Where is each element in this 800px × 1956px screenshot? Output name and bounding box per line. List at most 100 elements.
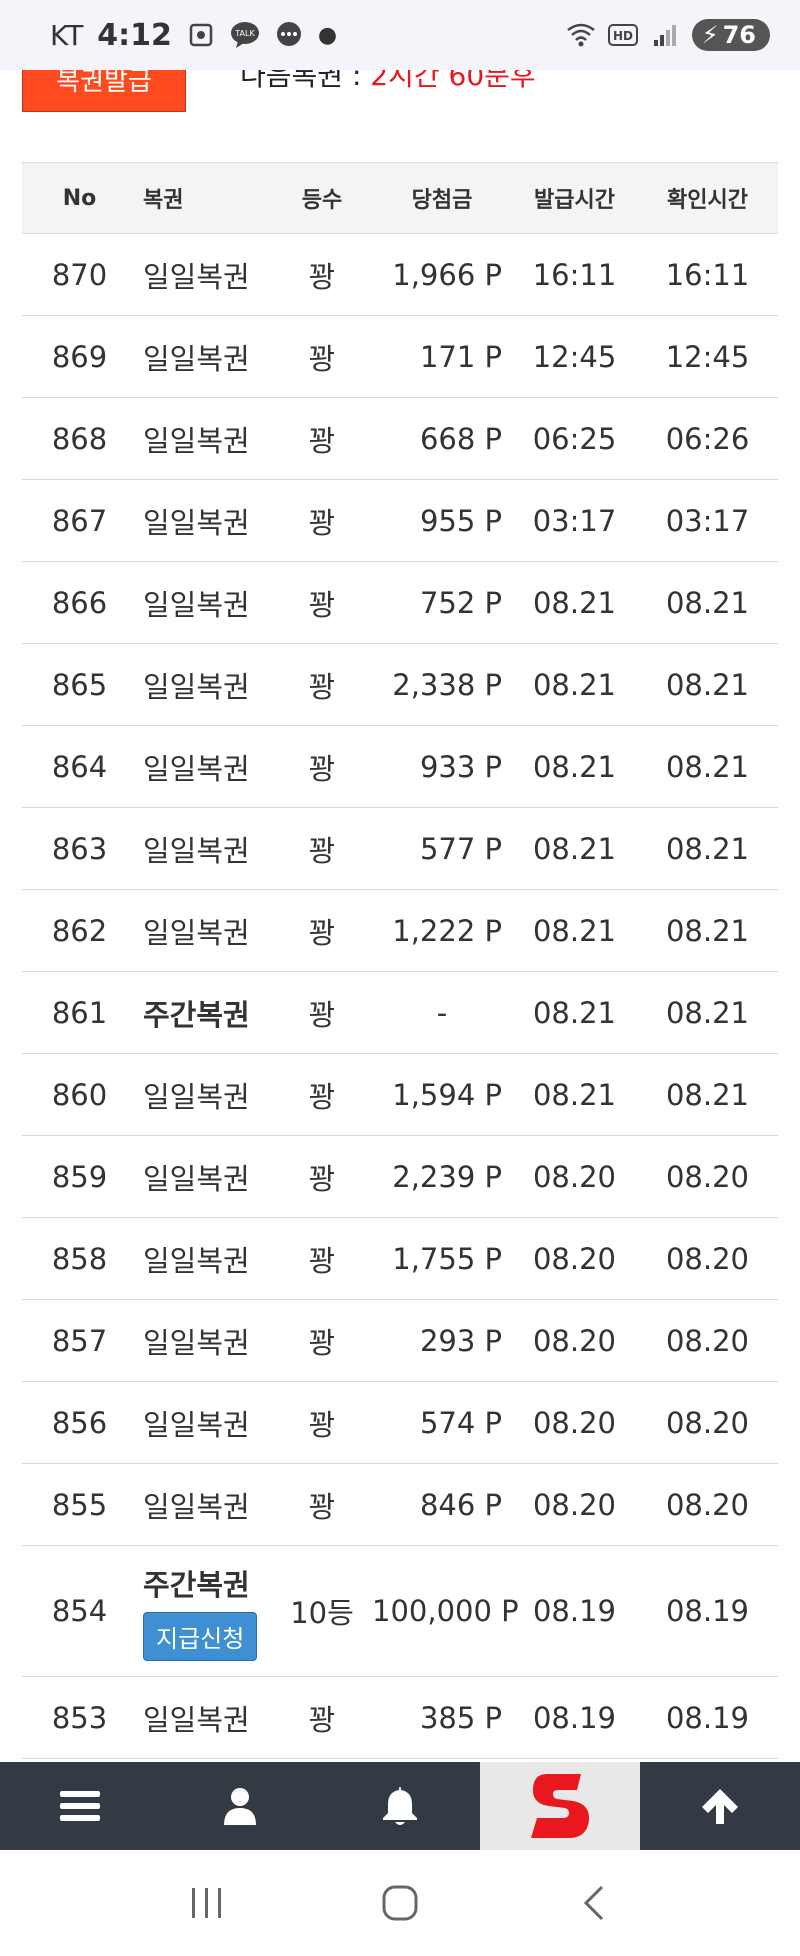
cell-issue-time: 12:45: [532, 339, 617, 374]
table-row: 868 일일복권 꽝 668 P 06:25 06:26: [22, 398, 778, 480]
table-row: 854 주간복권 지급신청 10등 100,000 P 08.19 08.19: [22, 1546, 778, 1677]
cell-prize: 100,000 P: [372, 1594, 519, 1628]
table-row: 866 일일복권 꽝 752 P 08.21 08.21: [22, 562, 778, 644]
cell-issue-time: 03:17: [532, 503, 617, 538]
cell-check-time: 08.21: [665, 831, 750, 866]
svg-text:HD: HD: [613, 29, 633, 43]
cell-issue-time: 16:11: [532, 257, 617, 292]
notification-dot-icon: ●: [317, 22, 338, 48]
cell-rank: 꽝: [308, 423, 336, 458]
cell-issue-time: 08.21: [532, 1077, 617, 1112]
cell-no: 869: [51, 339, 108, 374]
cell-issue-time: 08.21: [532, 831, 617, 866]
cell-issue-time: 08.19: [532, 1594, 617, 1628]
cell-type: 일일복권: [143, 1161, 250, 1196]
cell-prize: 1,966 P: [392, 257, 502, 292]
cell-prize: 846 P: [419, 1487, 502, 1522]
cell-prize: 1,594 P: [392, 1077, 502, 1112]
cell-check-time: 08.21: [665, 749, 750, 784]
notification-button[interactable]: [320, 1762, 480, 1850]
cell-check-time: 08.21: [665, 1077, 750, 1112]
recent-apps-button[interactable]: [177, 1873, 237, 1933]
cell-check-time: 16:11: [665, 257, 750, 292]
cell-no: 864: [51, 749, 108, 784]
arrow-up-icon: [702, 1789, 738, 1824]
cell-prize: 574 P: [419, 1405, 502, 1440]
cell-rank: 꽝: [308, 1702, 336, 1737]
cell-rank: 꽝: [308, 669, 336, 704]
cell-rank: 꽝: [308, 259, 336, 294]
cell-no: 855: [51, 1487, 108, 1522]
cell-prize: 668 P: [419, 421, 502, 456]
home-icon: [382, 1885, 418, 1921]
table-row: 870 일일복권 꽝 1,966 P 16:11 16:11: [22, 234, 778, 316]
table-row: 858 일일복권 꽝 1,755 P 08.20 08.20: [22, 1218, 778, 1300]
cell-prize: 385 P: [419, 1700, 502, 1735]
cell-no: 863: [51, 831, 108, 866]
cell-prize: 293 P: [419, 1323, 502, 1358]
cell-type: 일일복권: [143, 833, 250, 868]
back-icon: [584, 1885, 604, 1921]
home-button[interactable]: [370, 1873, 430, 1933]
cell-no: 862: [51, 913, 108, 948]
cell-issue-time: 08.20: [532, 1405, 617, 1440]
cell-no: 865: [51, 667, 108, 702]
battery-level: 76: [722, 21, 756, 49]
cell-check-time: 08.21: [665, 667, 750, 702]
cell-rank: 10등: [290, 1596, 354, 1630]
table-row: 853 일일복권 꽝 385 P 08.19 08.19: [22, 1677, 778, 1759]
cell-check-time: 03:17: [665, 503, 750, 538]
menu-button[interactable]: [0, 1762, 160, 1850]
menu-icon: [60, 1791, 100, 1821]
scroll-top-button[interactable]: [640, 1762, 800, 1850]
cell-type: 일일복권: [143, 669, 250, 704]
cell-rank: 꽝: [308, 505, 336, 540]
cell-type: 일일복권: [143, 259, 250, 294]
cell-issue-time: 06:25: [532, 421, 617, 456]
profile-button[interactable]: [160, 1762, 320, 1850]
cell-prize: 577 P: [419, 831, 502, 866]
cell-issue-time: 08.20: [532, 1159, 617, 1194]
site-logo-button[interactable]: [480, 1762, 640, 1850]
cell-no: 868: [51, 421, 108, 456]
cell-rank: 꽝: [308, 1489, 336, 1524]
lottery-history-table: No 복권 등수 당첨금 발급시간 확인시간 870 일일복권 꽝 1,966 …: [22, 162, 778, 1759]
cell-prize: 1,222 P: [392, 913, 502, 948]
cell-rank: 꽝: [308, 1243, 336, 1278]
cell-type: 일일복권: [143, 1702, 250, 1737]
cell-no: 866: [51, 585, 108, 620]
table-row: 862 일일복권 꽝 1,222 P 08.21 08.21: [22, 890, 778, 972]
cell-prize: -: [436, 995, 448, 1030]
cell-rank: 꽝: [308, 1325, 336, 1360]
cell-rank: 꽝: [308, 915, 336, 950]
cell-type: 일일복권: [143, 341, 250, 376]
cell-check-time: 08.20: [665, 1159, 750, 1194]
cell-check-time: 08.21: [665, 913, 750, 948]
site-logo-icon: [531, 1774, 590, 1838]
back-button[interactable]: [563, 1873, 623, 1933]
table-row: 860 일일복권 꽝 1,594 P 08.21 08.21: [22, 1054, 778, 1136]
cell-check-time: 08.20: [665, 1487, 750, 1522]
cell-check-time: 08.20: [665, 1241, 750, 1276]
cell-issue-time: 08.21: [532, 913, 617, 948]
svg-text:TALK: TALK: [234, 29, 255, 38]
system-navigation-bar: [0, 1850, 800, 1956]
cell-rank: 꽝: [308, 341, 336, 376]
cell-issue-time: 08.21: [532, 585, 617, 620]
table-row: 861 주간복권 꽝 - 08.21 08.21: [22, 972, 778, 1054]
cell-rank: 꽝: [308, 833, 336, 868]
cell-rank: 꽝: [308, 997, 336, 1032]
cell-no: 853: [51, 1700, 108, 1735]
cell-issue-time: 08.19: [532, 1700, 617, 1735]
bell-icon: [383, 1787, 417, 1825]
cell-type: 주간복권: [143, 997, 250, 1032]
cell-check-time: 08.20: [665, 1323, 750, 1358]
cell-prize: 752 P: [419, 585, 502, 620]
claim-payment-button[interactable]: 지급신청: [143, 1611, 258, 1661]
cell-rank: 꽝: [308, 587, 336, 622]
cell-type: 일일복권: [143, 1489, 250, 1524]
cell-rank: 꽝: [308, 1079, 336, 1114]
table-row: 856 일일복권 꽝 574 P 08.20 08.20: [22, 1382, 778, 1464]
cell-check-time: 08.21: [665, 995, 750, 1030]
clock: 4:12: [97, 17, 172, 53]
